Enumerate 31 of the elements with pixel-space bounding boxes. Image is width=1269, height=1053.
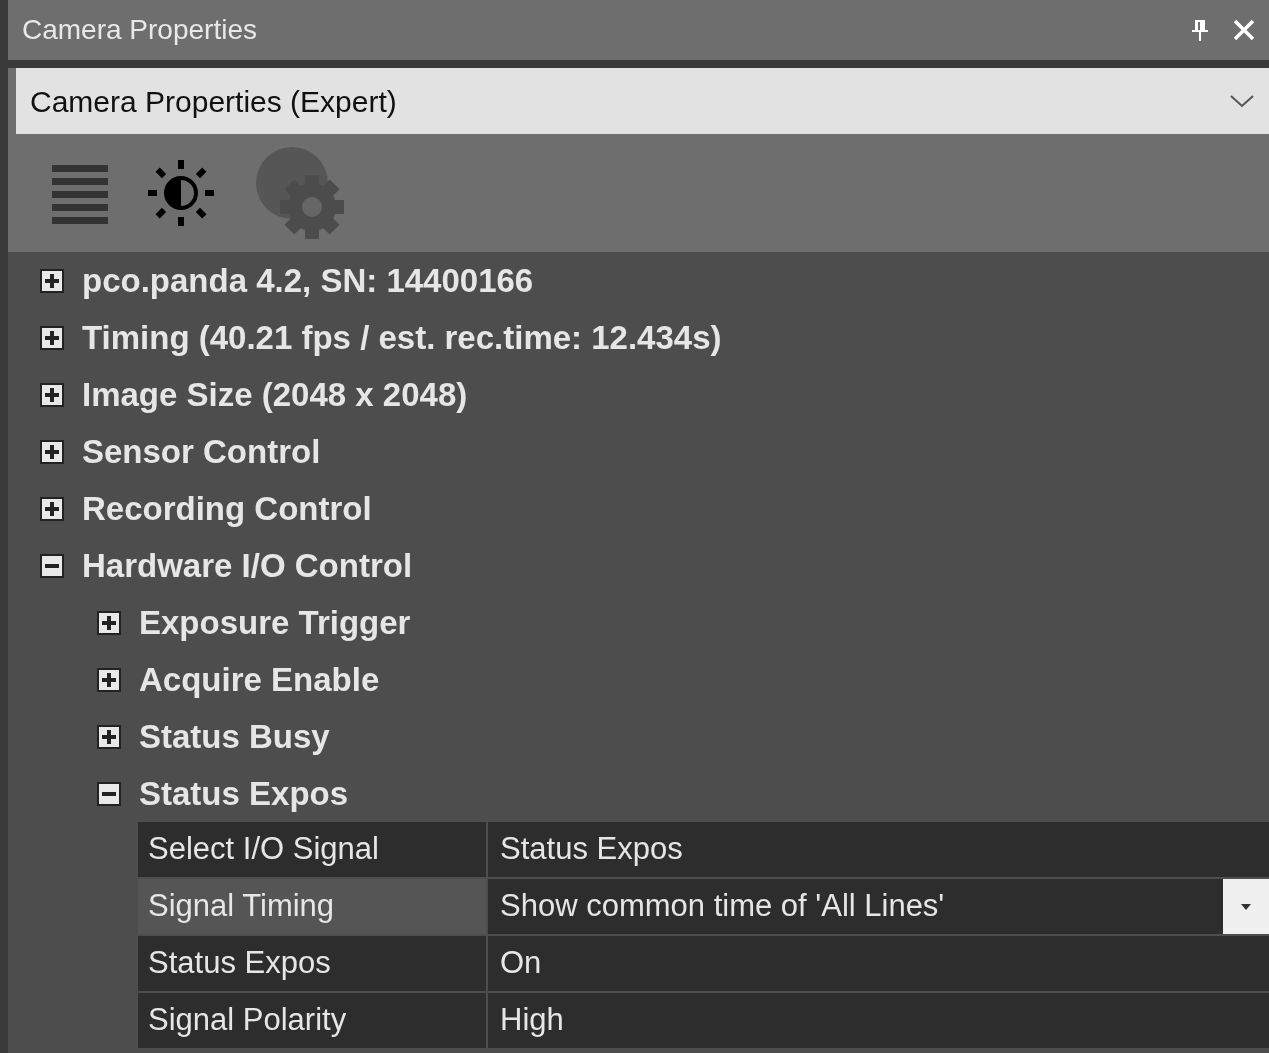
expand-icon[interactable] bbox=[97, 667, 121, 692]
tree-item[interactable]: pco.panda 4.2, SN: 14400166 bbox=[82, 255, 534, 306]
expand-icon[interactable] bbox=[97, 610, 121, 635]
view-select[interactable]: Camera Properties (Expert) bbox=[16, 68, 1269, 134]
collapse-icon[interactable] bbox=[97, 781, 121, 806]
chevron-icon bbox=[1229, 94, 1255, 108]
tree-item[interactable]: Timing (40.21 fps / est. rec.time: 12.434s) bbox=[82, 312, 722, 363]
expand-icon[interactable] bbox=[40, 382, 64, 407]
tree-item[interactable]: Status Expos bbox=[139, 768, 349, 819]
tree-item[interactable]: Image Size (2048 x 2048) bbox=[82, 369, 468, 420]
expand-icon[interactable] bbox=[40, 325, 64, 350]
tree-item[interactable]: Hardware I/O Control bbox=[82, 540, 413, 591]
expand-icon[interactable] bbox=[97, 724, 121, 749]
tree-item[interactable]: Recording Control bbox=[82, 483, 372, 534]
property-name[interactable]: Signal Timing bbox=[138, 879, 488, 934]
expand-icon[interactable] bbox=[40, 439, 64, 464]
tree-item[interactable]: Status Busy bbox=[139, 711, 330, 762]
expand-icon[interactable] bbox=[40, 496, 64, 521]
brightness-icon[interactable] bbox=[146, 158, 216, 228]
property-name[interactable]: Status Expos bbox=[138, 936, 488, 991]
property-name[interactable]: Signal Polarity bbox=[138, 993, 488, 1048]
close-icon[interactable] bbox=[1233, 19, 1255, 41]
pin-icon[interactable] bbox=[1191, 18, 1209, 42]
window-title: Camera Properties bbox=[22, 13, 258, 47]
tree-item[interactable]: Sensor Control bbox=[82, 426, 321, 477]
tree-item[interactable]: Acquire Enable bbox=[139, 654, 380, 705]
property-name[interactable]: Select I/O Signal bbox=[138, 822, 488, 877]
collapse-icon[interactable] bbox=[40, 553, 64, 578]
tree-item[interactable]: Exposure Trigger bbox=[139, 597, 411, 648]
expand-icon[interactable] bbox=[40, 268, 64, 293]
caret-icon bbox=[1240, 902, 1252, 911]
